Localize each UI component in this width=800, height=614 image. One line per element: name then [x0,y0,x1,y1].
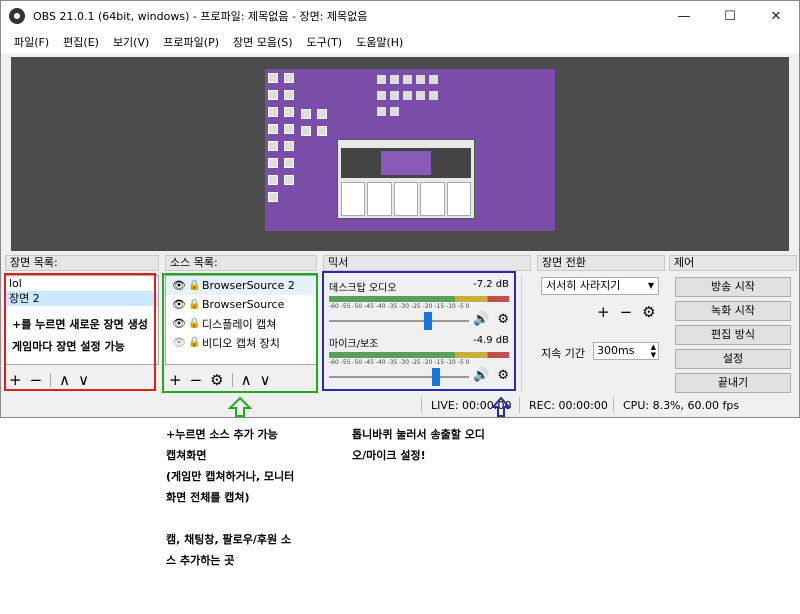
screenshot: OBS 21.0.1 (64bit, windows) - 프로파일: 제목없음… [0,0,800,614]
sources-annotation: +누르면 소스 추가 가능 캡쳐화면 (게임만 캡쳐하거나, 모니터 화면 전체… [166,428,295,567]
move-scene-up-button[interactable]: ∧ [59,371,70,389]
mixer-channel-mic: 마이크/보조 -4.9 dB -60 -55 -50 -45 -40 -35 -… [329,335,509,386]
menu-help[interactable]: 도움말(H) [349,34,410,50]
mixer-scrollbar[interactable] [521,275,531,391]
scene-list: lol 장면 2 +를 누르면 새로운 장면 생성 게임마다 장면 설정 가능 [5,275,159,365]
preview-canvas[interactable] [11,57,789,251]
add-source-button[interactable]: + [169,371,182,389]
scenes-header: 장면 목록: [5,255,159,271]
volume-slider-handle[interactable] [424,312,432,330]
transitions-header: 장면 전환 [537,255,665,271]
remove-scene-button[interactable]: − [30,371,43,389]
menu-bar: 파일(F) 편집(E) 보기(V) 프로파일(P) 장면 모음(S) 도구(T)… [1,31,799,53]
menu-file[interactable]: 파일(F) [7,34,56,50]
source-item[interactable]: 👁 🔒 BrowserSource 2 [166,276,316,295]
menu-tools[interactable]: 도구(T) [300,34,350,50]
lock-icon[interactable]: 🔒 [188,318,202,329]
title-bar: OBS 21.0.1 (64bit, windows) - 프로파일: 제목없음… [1,1,799,31]
settings-button[interactable]: 설정 [675,349,791,369]
duration-spinbox[interactable]: 300ms ▲ ▼ [593,342,659,360]
menu-edit[interactable]: 편집(E) [56,34,106,50]
sources-header: 소스 목록: [165,255,317,271]
move-source-up-button[interactable]: ∧ [241,371,252,389]
exit-button[interactable]: 끝내기 [675,373,791,393]
channel-name: 데스크탑 오디오 [329,283,397,294]
green-arrow-up-icon [228,396,252,417]
channel-name: 마이크/보조 [329,339,379,350]
duration-label: 지속 기간 [541,347,585,360]
mixer-header: 믹서 [323,255,531,271]
meter-scale: -60 -55 -50 -45 -40 -35 -30 -25 -20 -15 … [329,359,470,366]
start-streaming-button[interactable]: 방송 시작 [675,277,791,297]
obs-logo-icon [9,8,25,24]
rec-status: REC: 00:00:00 [529,399,608,412]
visibility-eye-icon[interactable]: 👁 [172,279,188,292]
source-list: 👁 🔒 BrowserSource 2 👁 🔒 BrowserSource 👁 … [165,275,317,365]
mixer-dock: 믹서 데스크탑 오디오 -7.2 dB -60 -55 -50 -45 -40 … [323,255,531,391]
speaker-icon[interactable]: 🔊 [473,312,489,327]
volume-slider[interactable] [329,320,469,322]
menu-scene-collection[interactable]: 장면 모음(S) [226,34,300,50]
meter-scale: -60 -55 -50 -45 -40 -35 -30 -25 -20 -15 … [329,303,470,310]
scene-item-lol[interactable]: lol [6,276,158,291]
audio-settings-gear-icon[interactable]: ⚙ [497,312,509,327]
start-recording-button[interactable]: 녹화 시작 [675,301,791,321]
visibility-eye-icon[interactable]: 👁 [172,317,188,330]
volume-meter [329,296,509,302]
move-scene-down-button[interactable]: ∨ [78,371,89,389]
lock-icon[interactable]: 🔒 [188,299,202,310]
volume-slider[interactable] [329,376,469,378]
channel-db: -7.2 dB [473,279,509,290]
sources-dock: 소스 목록: 👁 🔒 BrowserSource 2 👁 🔒 BrowserSo… [165,255,317,391]
maximize-button[interactable]: ☐ [707,1,753,31]
volume-meter [329,352,509,358]
desktop-capture-preview [265,69,555,231]
source-item[interactable]: 👁 🔒 BrowserSource [166,295,316,314]
menu-profile[interactable]: 프로파일(P) [156,34,226,50]
source-properties-gear-icon[interactable]: ⚙ [210,371,223,389]
transitions-dock: 장면 전환 서서히 사라지기 ▼ + − ⚙ 지속 기간 300ms ▲ ▼ [537,255,665,391]
lock-icon[interactable]: 🔒 [188,280,202,291]
scene-annotation-1: +를 누르면 새로운 장면 생성 [12,318,148,331]
menu-view[interactable]: 보기(V) [106,34,156,50]
scenes-dock: 장면 목록: lol 장면 2 +를 누르면 새로운 장면 생성 게임마다 장면… [5,255,159,391]
transition-select[interactable]: 서서히 사라지기 ▼ [541,277,659,295]
source-item[interactable]: 👁 🔒 디스플레이 캡쳐 [166,314,316,333]
window-title: OBS 21.0.1 (64bit, windows) - 프로파일: 제목없음… [33,10,368,23]
blue-arrow-up-icon [491,396,511,417]
controls-dock: 제어 방송 시작 녹화 시작 편집 방식 설정 끝내기 [669,255,797,393]
add-scene-button[interactable]: + [9,371,22,389]
move-source-down-button[interactable]: ∨ [260,371,271,389]
lock-icon[interactable]: 🔒 [188,337,202,348]
minimize-button[interactable]: — [661,1,707,31]
visibility-eye-icon[interactable]: 👁 [172,298,188,311]
transition-gear-icon[interactable]: ⚙ [642,303,655,321]
add-transition-button[interactable]: + [597,303,610,321]
nested-obs-preview [337,139,475,219]
channel-db: -4.9 dB [473,335,509,346]
studio-mode-button[interactable]: 편집 방식 [675,325,791,345]
audio-settings-gear-icon[interactable]: ⚙ [497,368,509,383]
chevron-down-icon: ▼ [647,281,654,290]
remove-transition-button[interactable]: − [620,303,633,321]
mixer-annotation: 톱니바퀴 눌러서 송출할 오디 오/마이크 설정! [352,428,485,462]
close-button[interactable]: ✕ [753,1,799,31]
volume-slider-handle[interactable] [432,368,440,386]
scene-item-2[interactable]: 장면 2 [6,291,158,306]
scene-annotation-2: 게임마다 장면 설정 가능 [12,340,125,353]
remove-source-button[interactable]: − [190,371,203,389]
source-item[interactable]: 👁 🔒 비디오 캡쳐 장치 [166,333,316,352]
obs-window: OBS 21.0.1 (64bit, windows) - 프로파일: 제목없음… [0,0,800,418]
controls-header: 제어 [669,255,797,271]
hidden-eye-icon[interactable]: 👁 [172,336,188,349]
mixer-channel-desktop: 데스크탑 오디오 -7.2 dB -60 -55 -50 -45 -40 -35… [329,279,509,330]
cpu-status: CPU: 8.3%, 60.00 fps [623,399,740,412]
spin-arrows-icon[interactable]: ▲ ▼ [651,343,656,359]
status-bar: LIVE: 00:00:00 REC: 00:00:00 CPU: 8.3%, … [1,393,799,417]
speaker-icon[interactable]: 🔊 [473,368,489,383]
